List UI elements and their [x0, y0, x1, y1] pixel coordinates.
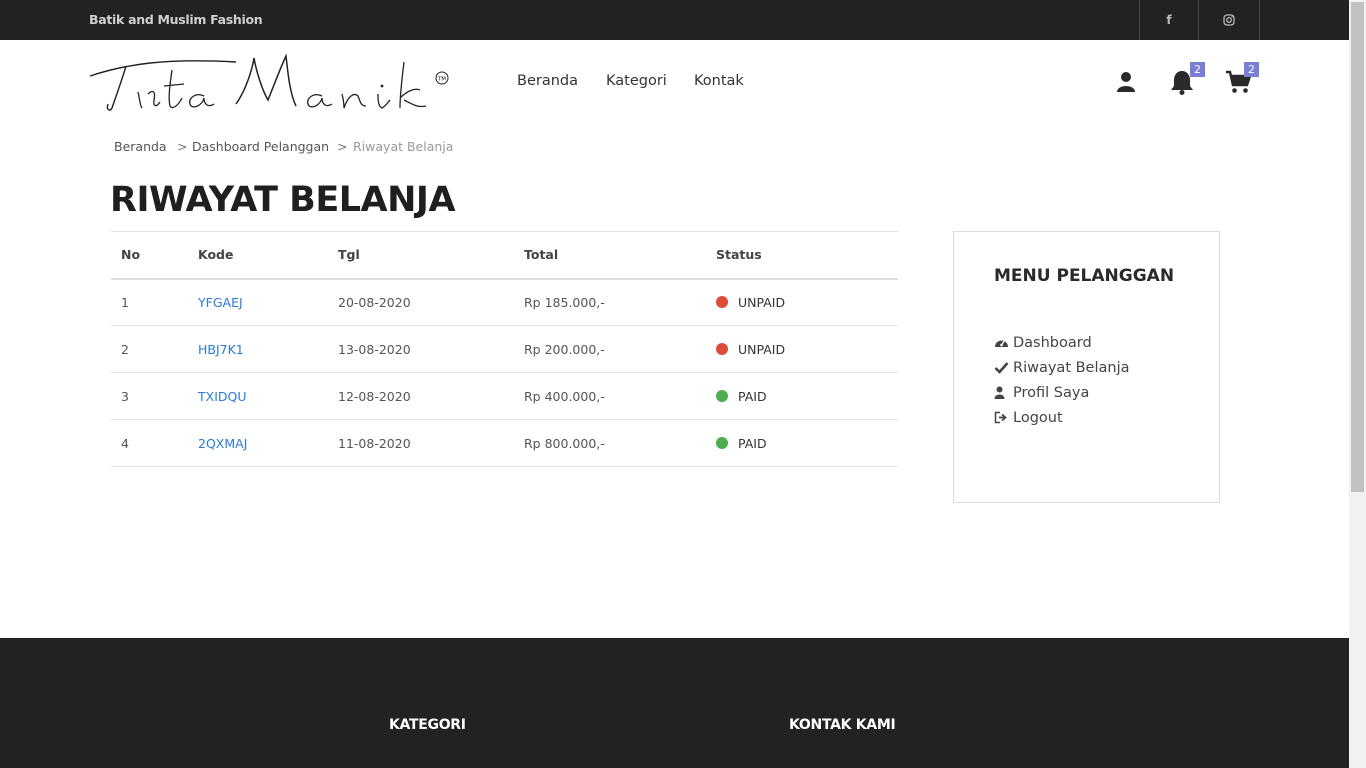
- customer-menu-title: MENU PELANGGAN: [994, 266, 1175, 286]
- check-icon: [994, 360, 1009, 375]
- menu-item-logout[interactable]: Logout: [994, 405, 1130, 430]
- status-dot: [716, 437, 728, 449]
- logout-icon: [994, 410, 1009, 425]
- page-title: RIWAYAT BELANJA: [110, 180, 456, 220]
- customer-menu: MENU PELANGGAN Dashboard Riwayat Belanja…: [953, 231, 1220, 503]
- nav-beranda[interactable]: Beranda: [517, 73, 578, 89]
- order-no: 3: [111, 372, 198, 420]
- order-code-link[interactable]: YFGAEJ: [198, 295, 243, 310]
- footer-heading-kategori: KATEGORI: [389, 717, 466, 733]
- order-code-cell: 2QXMAJ: [198, 419, 338, 467]
- cart-count-badge: 2: [1244, 62, 1259, 77]
- breadcrumb-beranda[interactable]: Beranda: [114, 139, 167, 154]
- column-header-total: Total: [524, 231, 716, 280]
- order-total: Rp 400.000,-: [524, 372, 716, 420]
- order-status: PAID: [716, 372, 898, 420]
- column-header-status: Status: [716, 231, 898, 280]
- status-label: PAID: [738, 388, 767, 404]
- nav-kategori[interactable]: Kategori: [606, 73, 667, 89]
- order-date: 20-08-2020: [338, 278, 524, 326]
- order-date: 13-08-2020: [338, 325, 524, 373]
- breadcrumb-separator: >: [177, 139, 188, 154]
- table-header-row: No Kode Tgl Total Status: [111, 231, 898, 280]
- order-code-link[interactable]: 2QXMAJ: [198, 436, 247, 451]
- order-total: Rp 800.000,-: [524, 419, 716, 467]
- breadcrumb-current: Riwayat Belanja: [353, 139, 454, 154]
- table-row: 4 2QXMAJ 11-08-2020 Rp 800.000,- PAID: [111, 419, 898, 467]
- site-logo[interactable]: TM: [86, 50, 456, 116]
- menu-item-dashboard[interactable]: Dashboard: [994, 330, 1130, 355]
- dashboard-icon: [994, 335, 1009, 350]
- scrollbar-thumb[interactable]: [1351, 2, 1364, 492]
- order-status: PAID: [716, 419, 898, 467]
- svg-text:TM: TM: [437, 77, 446, 83]
- facebook-link[interactable]: f: [1139, 0, 1198, 40]
- status-label: PAID: [738, 435, 767, 451]
- status-label: UNPAID: [738, 294, 786, 310]
- order-code-link[interactable]: HBJ7K1: [198, 342, 244, 357]
- breadcrumb-separator: >: [337, 139, 348, 154]
- site-tagline: Batik and Muslim Fashion: [89, 12, 263, 27]
- menu-item-label: Riwayat Belanja: [1013, 359, 1130, 376]
- table-row: 1 YFGAEJ 20-08-2020 Rp 185.000,- UNPAID: [111, 278, 898, 326]
- status-dot: [716, 390, 728, 402]
- instagram-icon: [1223, 14, 1235, 26]
- order-date: 11-08-2020: [338, 419, 524, 467]
- order-total: Rp 185.000,-: [524, 278, 716, 326]
- footer: KATEGORI KONTAK KAMI: [0, 638, 1349, 768]
- menu-item-label: Logout: [1013, 409, 1063, 426]
- logo-script: TM: [89, 53, 449, 111]
- breadcrumb-dashboard[interactable]: Dashboard Pelanggan: [192, 139, 329, 154]
- table-row: 3 TXIDQU 12-08-2020 Rp 400.000,- PAID: [111, 372, 898, 420]
- menu-item-label: Dashboard: [1013, 334, 1092, 351]
- account-button[interactable]: [1114, 68, 1142, 96]
- footer-heading-kontak: KONTAK KAMI: [789, 717, 896, 733]
- order-no: 4: [111, 419, 198, 467]
- order-no: 2: [111, 325, 198, 373]
- order-code-cell: YFGAEJ: [198, 278, 338, 326]
- column-header-kode: Kode: [198, 231, 338, 280]
- order-no: 1: [111, 278, 198, 326]
- column-header-tgl: Tgl: [338, 231, 524, 280]
- menu-item-riwayat-belanja[interactable]: Riwayat Belanja: [994, 355, 1130, 380]
- column-header-no: No: [111, 231, 198, 280]
- menu-item-label: Profil Saya: [1013, 384, 1090, 401]
- order-code-cell: HBJ7K1: [198, 325, 338, 373]
- status-label: UNPAID: [738, 341, 786, 357]
- page-scrollbar[interactable]: [1349, 0, 1366, 768]
- instagram-link[interactable]: [1198, 0, 1260, 40]
- customer-menu-list: Dashboard Riwayat Belanja Profil Saya Lo…: [994, 330, 1130, 430]
- order-history-table: No Kode Tgl Total Status 1 YFGAEJ 20-08-…: [111, 231, 898, 467]
- order-code-link[interactable]: TXIDQU: [198, 389, 247, 404]
- user-icon: [994, 385, 1009, 400]
- order-code-cell: TXIDQU: [198, 372, 338, 420]
- order-status: UNPAID: [716, 325, 898, 373]
- facebook-icon: f: [1166, 13, 1172, 27]
- table-row: 2 HBJ7K1 13-08-2020 Rp 200.000,- UNPAID: [111, 325, 898, 373]
- user-icon: [1117, 72, 1135, 92]
- order-total: Rp 200.000,-: [524, 325, 716, 373]
- notification-count-badge: 2: [1190, 62, 1205, 77]
- order-status: UNPAID: [716, 278, 898, 326]
- status-dot: [716, 343, 728, 355]
- top-bar: Batik and Muslim Fashion f: [0, 0, 1349, 40]
- order-date: 12-08-2020: [338, 372, 524, 420]
- menu-item-profil-saya[interactable]: Profil Saya: [994, 380, 1130, 405]
- status-dot: [716, 296, 728, 309]
- nav-kontak[interactable]: Kontak: [694, 73, 744, 89]
